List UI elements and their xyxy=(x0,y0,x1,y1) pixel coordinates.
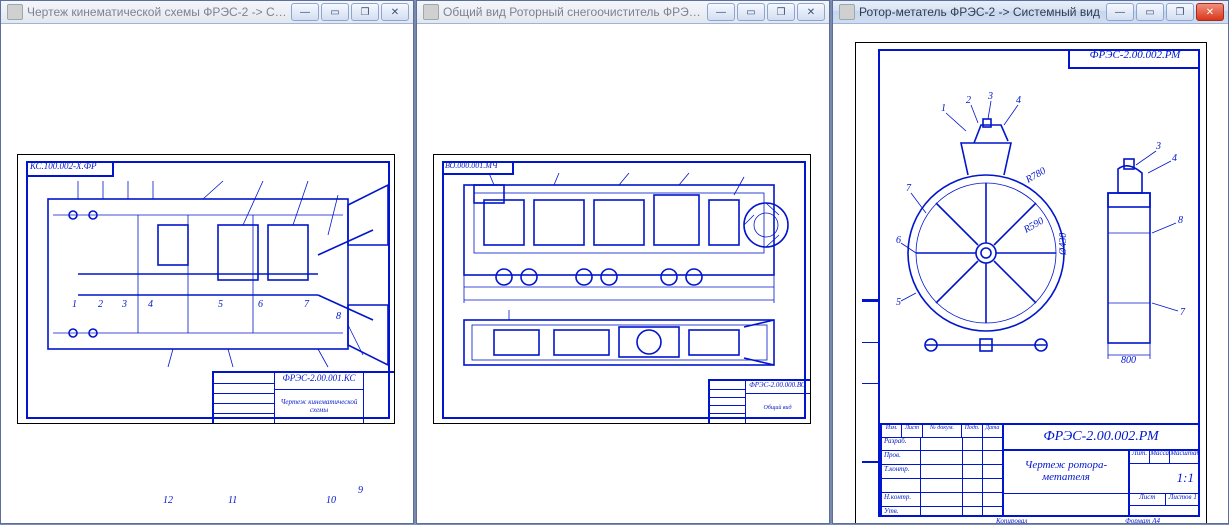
restore-icon: ❐ xyxy=(361,7,370,18)
minimize-icon: — xyxy=(1115,7,1125,18)
tb-row-blank xyxy=(882,479,1002,493)
svg-text:5: 5 xyxy=(896,297,901,308)
callout-1: 1 xyxy=(72,299,77,310)
drawing-canvas[interactable]: ФРЭС-2.00.002.РМ xyxy=(833,24,1228,523)
svg-text:1: 1 xyxy=(941,103,946,114)
drawing-title: Чертеж кинематической схемы xyxy=(274,389,364,423)
minimize-button[interactable]: — xyxy=(291,3,319,21)
callout-11: 11 xyxy=(228,495,237,506)
window-title: Чертеж кинематической схемы ФРЭС-2 -> Си… xyxy=(27,5,291,19)
drawing-canvas[interactable]: КС.100.002-Х.ФР xyxy=(1,24,413,523)
tb-col-data: Дата xyxy=(983,425,1002,437)
restore-icon: ❐ xyxy=(1176,7,1185,18)
minimize-icon: — xyxy=(716,7,726,18)
drawing-sheet: КС.100.002-Х.ФР xyxy=(17,154,395,424)
svg-text:3: 3 xyxy=(987,91,993,102)
rotor-drawing: 12 34 765 34 87 800 R780 R590 Ø430 xyxy=(856,43,1206,423)
restore-button[interactable]: ❐ xyxy=(767,3,795,21)
maximize-icon: ▭ xyxy=(746,7,755,18)
titlebar[interactable]: Ротор-метатель ФРЭС-2 -> Системный вид —… xyxy=(833,1,1228,24)
restore-button[interactable]: ❐ xyxy=(1166,3,1194,21)
title-block: ФРЭС-2.00.000.ВО Общий вид xyxy=(708,379,810,423)
tb-lit: Лит. xyxy=(1130,449,1150,463)
tb-masshtab: Масштаб xyxy=(1170,449,1200,463)
tb-row-tkontr: Т.контр. xyxy=(882,465,1002,479)
callout-3: 3 xyxy=(122,299,127,310)
close-button[interactable]: ✕ xyxy=(381,3,409,21)
maximize-button[interactable]: ▭ xyxy=(1136,3,1164,21)
footer-format: Формат A4 xyxy=(1125,517,1160,523)
titlebar[interactable]: Чертеж кинематической схемы ФРЭС-2 -> Си… xyxy=(1,1,413,24)
callout-12: 12 xyxy=(163,495,173,506)
tb-list: Лист xyxy=(1130,493,1166,505)
close-icon: ✕ xyxy=(807,7,815,18)
dim-r590: R590 xyxy=(1021,216,1046,237)
dim-r780: R780 xyxy=(1023,166,1048,187)
maximize-button[interactable]: ▭ xyxy=(737,3,765,21)
window-general-view: Общий вид Роторный снегоочиститель ФРЭС-… xyxy=(416,0,830,524)
close-button[interactable]: ✕ xyxy=(797,3,825,21)
svg-text:2: 2 xyxy=(966,95,971,106)
close-icon: ✕ xyxy=(391,7,399,18)
drawing-number: ФРЭС-2.00.001.КС xyxy=(274,373,364,390)
close-button[interactable]: ✕ xyxy=(1196,3,1224,21)
callout-7: 7 xyxy=(304,299,309,310)
drawing-sheet: ВО.000.001.МЧ xyxy=(433,154,811,424)
maximize-button[interactable]: ▭ xyxy=(321,3,349,21)
tb-scale: 1:1 xyxy=(1124,463,1200,494)
tb-row-prov: Пров. xyxy=(882,451,1002,465)
restore-icon: ❐ xyxy=(777,7,786,18)
titlebar[interactable]: Общий вид Роторный снегоочиститель ФРЭС-… xyxy=(417,1,829,24)
tb-listov: Листов 1 xyxy=(1166,493,1201,505)
svg-text:7: 7 xyxy=(1180,307,1186,318)
app-icon xyxy=(7,4,23,20)
callout-2: 2 xyxy=(98,299,103,310)
dim-800: 800 xyxy=(1121,355,1136,366)
window-rotor-thrower: Ротор-метатель ФРЭС-2 -> Системный вид —… xyxy=(832,0,1229,524)
title-block: ФРЭС-2.00.001.КС Чертеж кинематической с… xyxy=(212,371,394,423)
callout-5: 5 xyxy=(218,299,223,310)
drawing-canvas[interactable]: ВО.000.001.МЧ xyxy=(417,24,829,523)
footer-strip: Копировал Формат A4 xyxy=(936,517,1200,523)
tb-massa: Масса xyxy=(1150,449,1170,463)
callout-9: 9 xyxy=(358,485,363,496)
minimize-button[interactable]: — xyxy=(707,3,735,21)
tb-row-razrab: Разраб. xyxy=(882,437,1002,451)
maximize-icon: ▭ xyxy=(1145,7,1154,18)
callout-10: 10 xyxy=(326,495,336,506)
window-kinematic-scheme: Чертеж кинематической схемы ФРЭС-2 -> Си… xyxy=(0,0,414,524)
svg-text:4: 4 xyxy=(1016,95,1021,106)
callout-6: 6 xyxy=(258,299,263,310)
tb-col-izm: Изм. xyxy=(882,425,902,437)
tb-row-nkontr: Н.контр. xyxy=(882,493,1002,507)
restore-button[interactable]: ❐ xyxy=(351,3,379,21)
app-icon xyxy=(839,4,855,20)
drawing-title: Чертеж ротора-метателя xyxy=(1002,449,1130,494)
tb-col-doc: № докум. xyxy=(923,425,963,437)
title-block: ФРЭС-2.00.002.РМ Чертеж ротора-метателя … xyxy=(880,423,1200,517)
callout-4: 4 xyxy=(148,299,153,310)
tb-col-podp: Подп. xyxy=(962,425,982,437)
svg-text:8: 8 xyxy=(1178,215,1183,226)
maximize-icon: ▭ xyxy=(330,7,339,18)
svg-text:7: 7 xyxy=(906,183,912,194)
window-title: Общий вид Роторный снегоочиститель ФРЭС-… xyxy=(443,5,707,19)
dim-d430: Ø430 xyxy=(1058,233,1069,256)
svg-text:6: 6 xyxy=(896,235,901,246)
minimize-icon: — xyxy=(300,7,310,18)
tb-col-list: Лист xyxy=(902,425,922,437)
callout-8: 8 xyxy=(336,311,341,322)
drawing-number: ФРЭС-2.00.002.РМ xyxy=(1002,425,1200,451)
footer-kopiroval: Копировал xyxy=(996,517,1027,523)
svg-text:4: 4 xyxy=(1172,153,1177,164)
window-title: Ротор-метатель ФРЭС-2 -> Системный вид xyxy=(859,5,1106,19)
drawing-sheet: ФРЭС-2.00.002.РМ xyxy=(855,42,1207,523)
svg-text:3: 3 xyxy=(1155,141,1161,152)
drawing-title: Общий вид xyxy=(745,393,810,423)
close-icon: ✕ xyxy=(1206,7,1214,18)
minimize-button[interactable]: — xyxy=(1106,3,1134,21)
app-icon xyxy=(423,4,439,20)
